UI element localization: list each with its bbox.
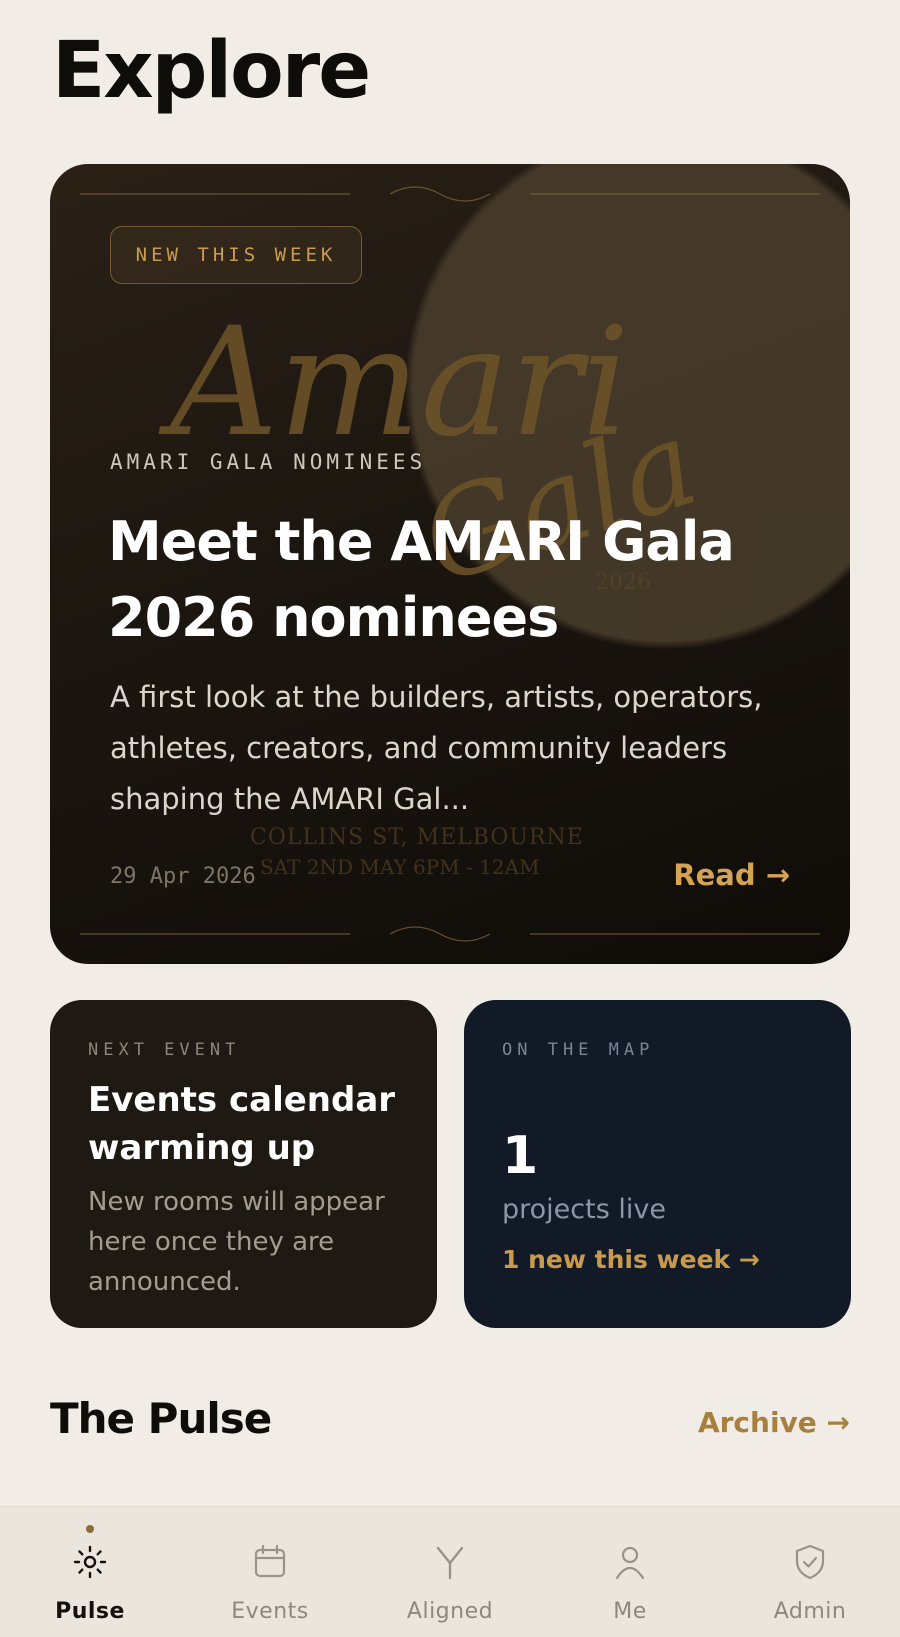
story-title: Meet the AMARI Gala 2026 nominees <box>108 510 735 649</box>
active-indicator-dot <box>86 1525 94 1533</box>
nav-item-admin[interactable]: Admin <box>720 1507 900 1624</box>
nav-item-aligned[interactable]: Aligned <box>360 1507 540 1624</box>
sun-icon <box>73 1545 107 1579</box>
section-title: The Pulse <box>50 1394 272 1443</box>
nav-item-events[interactable]: Events <box>180 1507 360 1624</box>
nav-item-me[interactable]: Me <box>540 1507 720 1624</box>
story-description: A first look at the builders, artists, o… <box>110 680 763 816</box>
bottom-nav: Pulse Events Aligned Me Admin <box>0 1506 900 1637</box>
nav-label-pulse: Pulse <box>55 1599 125 1624</box>
on-the-map-card[interactable]: ON THE MAP 1 projects live 1 new this we… <box>464 1000 851 1328</box>
projects-live-count: 1 <box>502 1126 539 1186</box>
next-event-card[interactable]: NEXT EVENT Events calendar warming up Ne… <box>50 1000 437 1328</box>
featured-story-card[interactable]: Amari Gala 2026 COLLINS ST, MELBOURNE SA… <box>50 164 850 964</box>
next-event-eyebrow: NEXT EVENT <box>88 1040 241 1060</box>
person-icon <box>615 1546 645 1580</box>
nav-item-pulse[interactable]: Pulse <box>0 1507 180 1624</box>
nav-label-me: Me <box>613 1599 647 1624</box>
next-event-title: Events calendar warming up <box>88 1080 396 1168</box>
new-this-week-link[interactable]: 1 new this week → <box>502 1245 813 1274</box>
calendar-icon <box>254 1544 286 1578</box>
poster-time: SAT 2ND MAY 6PM - 12AM <box>260 855 540 879</box>
on-the-map-eyebrow: ON THE MAP <box>502 1040 655 1060</box>
nav-label-admin: Admin <box>773 1599 847 1624</box>
nav-label-aligned: Aligned <box>406 1599 494 1624</box>
next-event-description: New rooms will appear here once they are… <box>88 1187 385 1297</box>
page-title: Explore <box>52 26 371 116</box>
projects-live-label: projects live <box>502 1194 666 1225</box>
nav-label-events: Events <box>231 1599 309 1624</box>
story-date: 29 Apr 2026 <box>110 864 256 889</box>
shield-check-icon <box>795 1544 825 1580</box>
new-this-week-badge: NEW THIS WEEK <box>110 226 362 284</box>
story-eyebrow: AMARI GALA NOMINEES <box>110 450 427 474</box>
merge-icon <box>436 1546 464 1580</box>
read-story-link[interactable]: Read → <box>673 858 790 892</box>
archive-link[interactable]: Archive → <box>698 1406 850 1439</box>
poster-venue: COLLINS ST, MELBOURNE <box>250 825 584 850</box>
